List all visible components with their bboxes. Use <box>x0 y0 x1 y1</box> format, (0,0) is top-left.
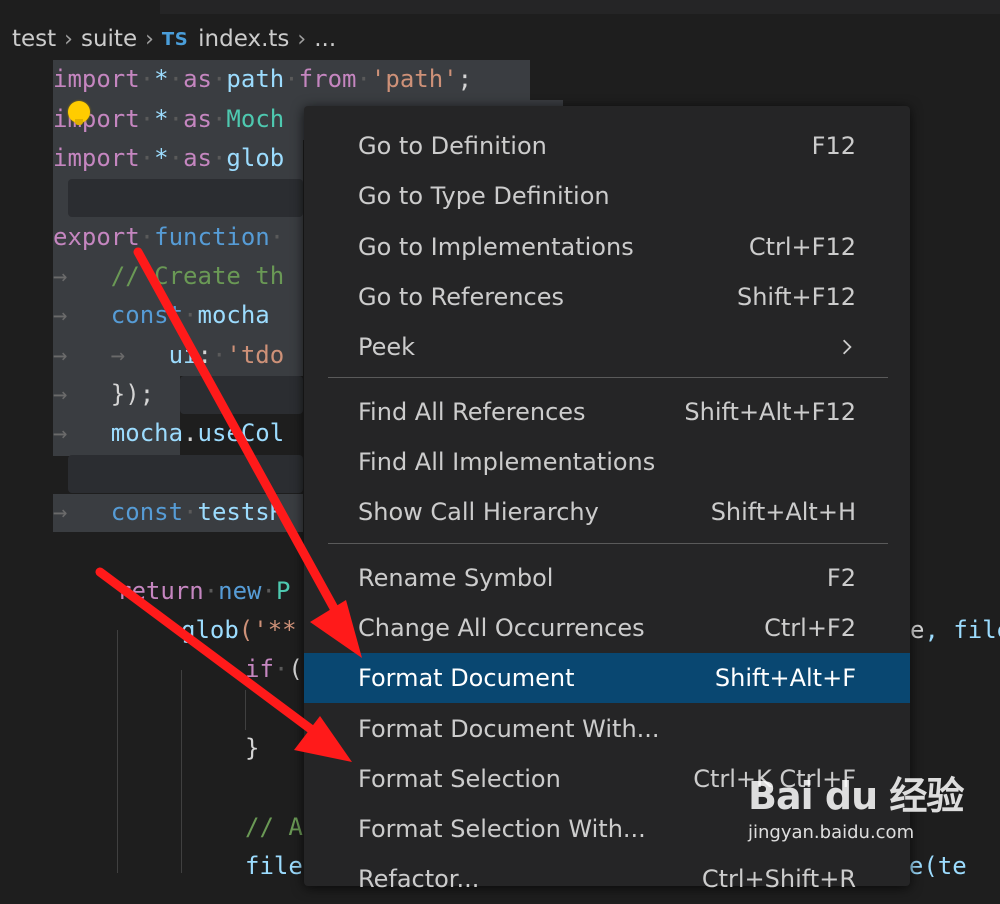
selection-highlight <box>180 376 303 414</box>
selection-highlight <box>68 179 303 217</box>
menu-item-change-all-occurrences[interactable]: Change All Occurrences Ctrl+F2 <box>304 603 910 653</box>
watermark-url: jingyan.baidu.com <box>748 822 915 843</box>
code-line: → }); <box>53 380 155 408</box>
code-line: } <box>245 734 260 762</box>
code-line: export·function· <box>53 223 285 251</box>
chevron-right-icon <box>842 339 852 355</box>
indent-guide <box>117 630 118 873</box>
code-line: → // Create th <box>53 262 285 290</box>
baidu-watermark: Bai du 经验 jingyan.baidu.com <box>748 765 998 855</box>
menu-item-find-all-implementations[interactable]: Find All Implementations <box>304 437 910 487</box>
menu-item-refactor[interactable]: Refactor... Ctrl+Shift+R <box>304 854 910 904</box>
code-line: // A <box>245 813 303 841</box>
code-line: import·*·as·glob <box>53 144 285 172</box>
lightbulb-icon[interactable] <box>68 101 90 125</box>
indent-guide <box>181 670 182 873</box>
code-line: import·*·as·path·from·'path'; <box>53 65 473 93</box>
code-line: → → ui:·'tdo <box>53 341 285 369</box>
code-line: → const·mocha <box>53 301 270 329</box>
breadcrumb: test › suite › TS index.ts › ... <box>0 20 1000 58</box>
menu-item-peek[interactable]: Peek <box>304 322 910 372</box>
menu-item-go-to-references[interactable]: Go to References Shift+F12 <box>304 272 910 322</box>
indent-guide <box>245 690 246 730</box>
baidu-logo: Bai du 经验 <box>748 774 964 818</box>
code-line: → mocha.useCol <box>53 419 285 447</box>
menu-item-find-all-references[interactable]: Find All References Shift+Alt+F12 <box>304 387 910 437</box>
chevron-right-icon: › <box>64 26 73 52</box>
menu-item-show-call-hierarchy[interactable]: Show Call Hierarchy Shift+Alt+H <box>304 487 910 537</box>
menu-item-go-to-implementations[interactable]: Go to Implementations Ctrl+F12 <box>304 222 910 272</box>
menu-item-format-document-with[interactable]: Format Document With... <box>304 704 910 754</box>
code-line: e, file <box>910 616 1000 644</box>
selection-highlight <box>68 455 303 493</box>
breadcrumb-file[interactable]: index.ts <box>198 26 289 52</box>
code-line: glob('** <box>181 616 297 644</box>
typescript-file-icon: TS <box>161 28 189 50</box>
chevron-right-icon: › <box>145 26 154 52</box>
menu-separator <box>328 543 888 544</box>
code-line: file <box>245 852 303 880</box>
breadcrumb-test[interactable]: test <box>12 26 56 52</box>
breadcrumb-suite[interactable]: suite <box>81 26 137 52</box>
code-line: return·new·P <box>117 577 291 605</box>
menu-item-go-to-type-definition[interactable]: Go to Type Definition <box>304 171 910 221</box>
code-line: if·( <box>245 655 303 683</box>
menu-item-rename-symbol[interactable]: Rename Symbol F2 <box>304 553 910 603</box>
menu-item-go-to-definition[interactable]: Go to Definition F12 <box>304 121 910 171</box>
code-line: → const·testsR <box>53 498 285 526</box>
breadcrumb-symbol[interactable]: ... <box>314 26 336 52</box>
menu-item-format-document[interactable]: Format Document Shift+Alt+F <box>304 653 910 703</box>
chevron-right-icon: › <box>297 26 307 52</box>
menu-separator <box>328 377 888 378</box>
tab-strip <box>160 0 1000 14</box>
title-bar <box>0 0 1000 14</box>
